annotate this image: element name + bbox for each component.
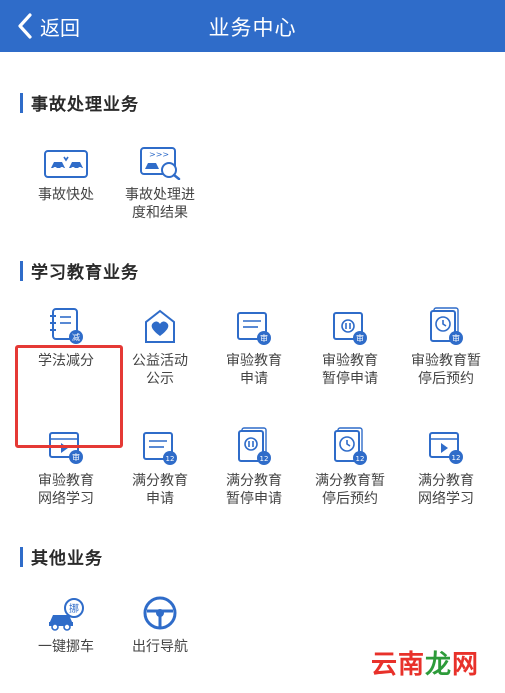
tile-full-score-pause[interactable]: 12 满分教育 暂停申请	[206, 424, 302, 508]
top-navigation-bar: 返回 业务中心	[0, 0, 505, 52]
charity-heart-hand-icon	[136, 304, 184, 346]
section-accent-bar	[20, 546, 23, 567]
tile-move-car[interactable]: 挪 一键挪车	[18, 590, 114, 656]
svg-text:12: 12	[452, 454, 461, 462]
section-header-accident: 事故处理业务	[20, 90, 139, 115]
full-score-apply-icon: 12	[136, 424, 184, 466]
tile-label: 事故快处	[38, 187, 94, 203]
tile-full-score-online[interactable]: 12 满分教育 网络学习	[398, 424, 494, 508]
tile-audit-education-apply[interactable]: 审 审验教育 申请	[206, 304, 302, 388]
full-score-online-icon: 12	[422, 424, 470, 466]
full-score-pause-icon: 12	[230, 424, 278, 466]
svg-text:12: 12	[356, 455, 365, 463]
tile-accident-quick[interactable]: 事故快处	[18, 138, 114, 204]
tile-label: 审验教育 申请	[226, 353, 282, 387]
svg-text:审: 审	[260, 333, 268, 343]
svg-text:审: 审	[452, 333, 460, 343]
section-header-other: 其他业务	[20, 544, 103, 569]
tile-label: 满分教育 网络学习	[418, 473, 474, 507]
accident-progress-search-icon: >>>	[136, 138, 184, 180]
svg-text:>>>: >>>	[149, 150, 169, 159]
page-title: 业务中心	[208, 16, 297, 40]
tile-label: 满分教育 申请	[132, 473, 188, 507]
section-title: 学习教育业务	[31, 263, 139, 283]
tile-travel-navigation[interactable]: 出行导航	[112, 590, 208, 656]
section-header-education: 学习教育业务	[20, 258, 139, 283]
svg-text:审: 审	[356, 333, 364, 343]
tile-label: 审验教育 网络学习	[38, 473, 94, 507]
svg-text:审: 审	[72, 452, 80, 462]
tile-label: 审验教育 暂停申请	[322, 353, 378, 387]
full-score-reserve-icon: 12	[326, 424, 374, 466]
tile-audit-education-pause[interactable]: 审 审验教育 暂停申请	[302, 304, 398, 388]
business-center-content: 事故处理业务 事故快处 >>> 事故处理进 度和结果 学习教育业务 减 学法减分…	[0, 52, 505, 693]
tile-label: 事故处理进 度和结果	[125, 187, 195, 221]
audit-education-pause-icon: 审	[326, 304, 374, 346]
watermark: 云南龙网	[370, 650, 479, 680]
tile-label: 满分教育 暂停申请	[226, 473, 282, 507]
section-accent-bar	[20, 260, 23, 281]
study-reduce-points-icon: 减	[42, 304, 90, 346]
tile-label: 一键挪车	[38, 639, 94, 655]
svg-text:12: 12	[260, 455, 269, 463]
tile-full-score-apply[interactable]: 12 满分教育 申请	[112, 424, 208, 508]
highlight-box	[15, 345, 123, 448]
tile-label: 审验教育暂 停后预约	[411, 353, 481, 387]
tile-label: 出行导航	[132, 639, 188, 655]
steering-wheel-navigation-icon	[136, 590, 184, 632]
svg-text:12: 12	[166, 455, 175, 463]
move-car-icon: 挪	[42, 590, 90, 632]
section-accent-bar	[20, 92, 23, 113]
section-title: 其他业务	[31, 549, 103, 569]
tile-audit-education-reserve[interactable]: 审 审验教育暂 停后预约	[398, 304, 494, 388]
tile-label: 公益活动 公示	[132, 353, 188, 387]
svg-text:减: 减	[72, 332, 80, 342]
tile-label: 满分教育暂 停后预约	[315, 473, 385, 507]
audit-education-apply-icon: 审	[230, 304, 278, 346]
audit-education-reserve-icon: 审	[422, 304, 470, 346]
car-collision-icon	[42, 138, 90, 180]
section-title: 事故处理业务	[31, 95, 139, 115]
svg-text:挪: 挪	[69, 602, 79, 615]
tile-charity-publicity[interactable]: 公益活动 公示	[112, 304, 208, 388]
tile-full-score-reserve[interactable]: 12 满分教育暂 停后预约	[302, 424, 398, 508]
tile-accident-progress[interactable]: >>> 事故处理进 度和结果	[112, 138, 208, 222]
